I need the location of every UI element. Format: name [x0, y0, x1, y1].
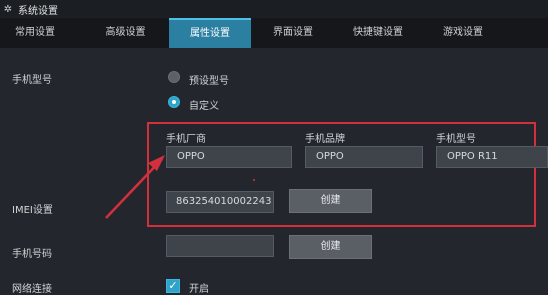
arrow-head — [148, 155, 165, 171]
red-dot — [253, 179, 255, 181]
red-arrow — [105, 155, 255, 219]
